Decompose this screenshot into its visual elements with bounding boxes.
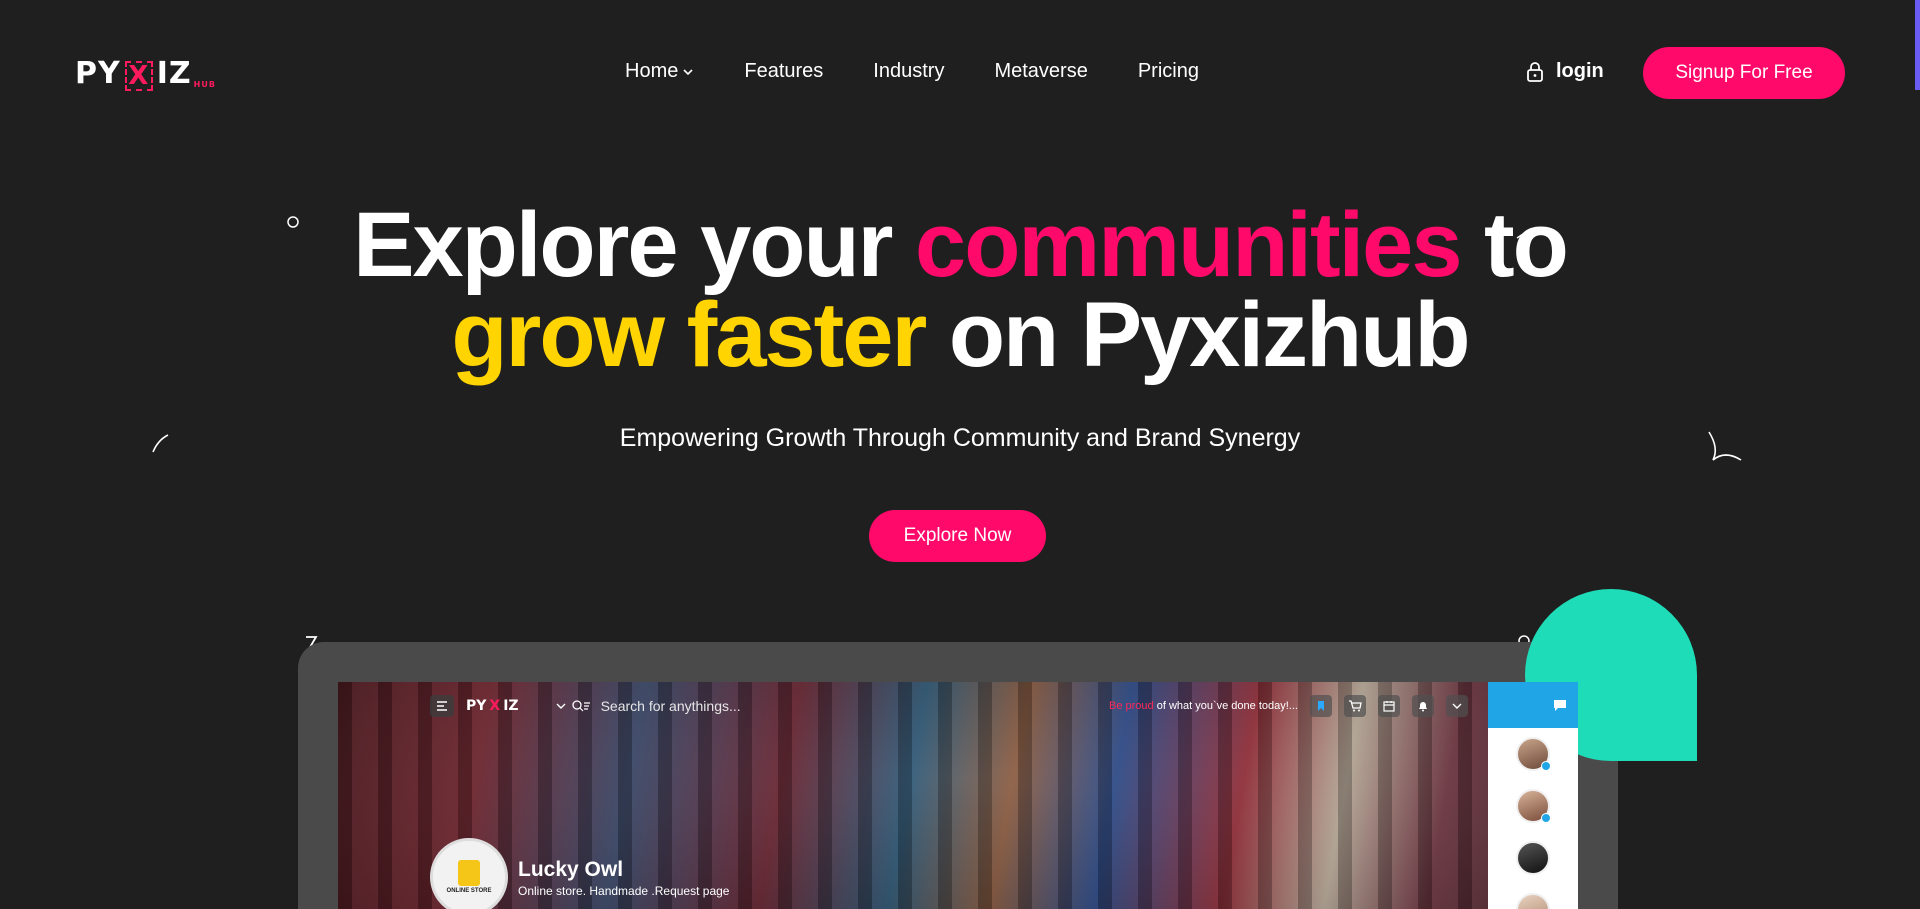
- nav-item-industry[interactable]: Industry: [873, 60, 944, 83]
- explore-now-button[interactable]: Explore Now: [869, 510, 1046, 562]
- avatar[interactable]: [1516, 841, 1550, 875]
- online-indicator: [1541, 761, 1551, 771]
- nav-item-pricing[interactable]: Pricing: [1138, 60, 1199, 83]
- login-label: login: [1556, 60, 1604, 82]
- nav-item-label: Metaverse: [994, 60, 1088, 82]
- avatar[interactable]: [1516, 893, 1550, 909]
- nav-item-label: Features: [744, 60, 824, 82]
- squiggle-doodle-icon: [1708, 431, 1742, 461]
- app-logo-left: PY: [466, 698, 487, 714]
- app-search-input[interactable]: Search for anythings...: [601, 698, 741, 714]
- hero-subtitle: Empowering Growth Through Community and …: [619, 424, 1301, 452]
- nav-item-label: Home: [625, 60, 679, 82]
- online-indicator: [1541, 813, 1551, 823]
- avatar[interactable]: [1516, 789, 1551, 823]
- hero-highlight-communities: communities: [915, 194, 1462, 296]
- bookmark-icon[interactable]: [1310, 695, 1332, 717]
- nav-item-label: Pricing: [1137, 60, 1199, 82]
- calendar-icon[interactable]: [1378, 695, 1400, 717]
- motto-text: of what you`ve done today!...: [1153, 700, 1298, 712]
- chat-icon: [1554, 700, 1566, 711]
- chevron-down-icon[interactable]: [1446, 695, 1468, 717]
- hero-line-2: grow faster on Pyxizhub: [451, 284, 1471, 386]
- bell-icon[interactable]: [1412, 695, 1434, 717]
- lock-icon: [1527, 61, 1543, 82]
- nav-item-features[interactable]: Features: [744, 60, 823, 83]
- hero-highlight-grow-faster: grow faster: [451, 284, 927, 386]
- store-avatar: ONLINE STORE: [430, 838, 508, 909]
- scrollbar-indicator[interactable]: [1915, 0, 1920, 90]
- hero-text: Explore your: [353, 194, 916, 296]
- cart-icon[interactable]: [1344, 695, 1366, 717]
- store-badge: ONLINE STORE: [446, 888, 492, 894]
- app-motto: Be proud of what you`ve done today!...: [1109, 700, 1298, 712]
- chevron-down-icon: [556, 703, 566, 709]
- logo-suffix: HUB: [193, 80, 216, 89]
- nav-item-metaverse[interactable]: Metaverse: [994, 60, 1087, 83]
- hero-text: to: [1460, 194, 1569, 296]
- app-preview-logo: PY X IZ: [466, 698, 519, 714]
- shopping-bag-icon: [458, 860, 480, 886]
- store-description: Online store. Handmade .Request page: [518, 884, 730, 898]
- logo-x: X: [124, 61, 153, 91]
- pyxizhub-logo[interactable]: PY X IZ HUB: [75, 56, 216, 91]
- search-icon: [571, 700, 590, 712]
- app-logo-x: X: [489, 698, 501, 714]
- check-doodle-icon: [1516, 229, 1532, 241]
- logo-text-right: IZ: [156, 56, 192, 91]
- login-link[interactable]: login: [1526, 60, 1604, 83]
- chat-header[interactable]: [1488, 682, 1578, 728]
- circle-doodle-icon: [287, 216, 299, 228]
- menu-icon[interactable]: [430, 695, 454, 717]
- hero-line-1: Explore your communities to: [353, 194, 1569, 296]
- motto-highlight: Be proud: [1109, 700, 1154, 712]
- app-logo-right: IZ: [503, 698, 519, 714]
- avatar[interactable]: [1516, 737, 1551, 771]
- contacts-side-panel: [1488, 682, 1578, 909]
- search-controls[interactable]: [555, 699, 591, 713]
- hero-text: on Pyxizhub: [925, 284, 1471, 386]
- logo-text-left: PY: [75, 56, 121, 91]
- line-doodle-icon: [152, 434, 169, 453]
- store-name: Lucky Owl: [518, 858, 624, 881]
- store-profile[interactable]: ONLINE STORE Lucky Owl Online store. Han…: [430, 838, 729, 909]
- app-action-icons: [1310, 695, 1468, 717]
- signup-button[interactable]: Signup For Free: [1643, 47, 1845, 99]
- chevron-down-icon: [683, 68, 693, 75]
- nav-item-label: Industry: [873, 60, 945, 82]
- app-preview-topbar: PY X IZ Search for anythings... Be proud o…: [430, 693, 1470, 719]
- main-nav: Home Features Industry Metaverse Pricing: [625, 60, 1249, 83]
- nav-item-home[interactable]: Home: [625, 60, 694, 83]
